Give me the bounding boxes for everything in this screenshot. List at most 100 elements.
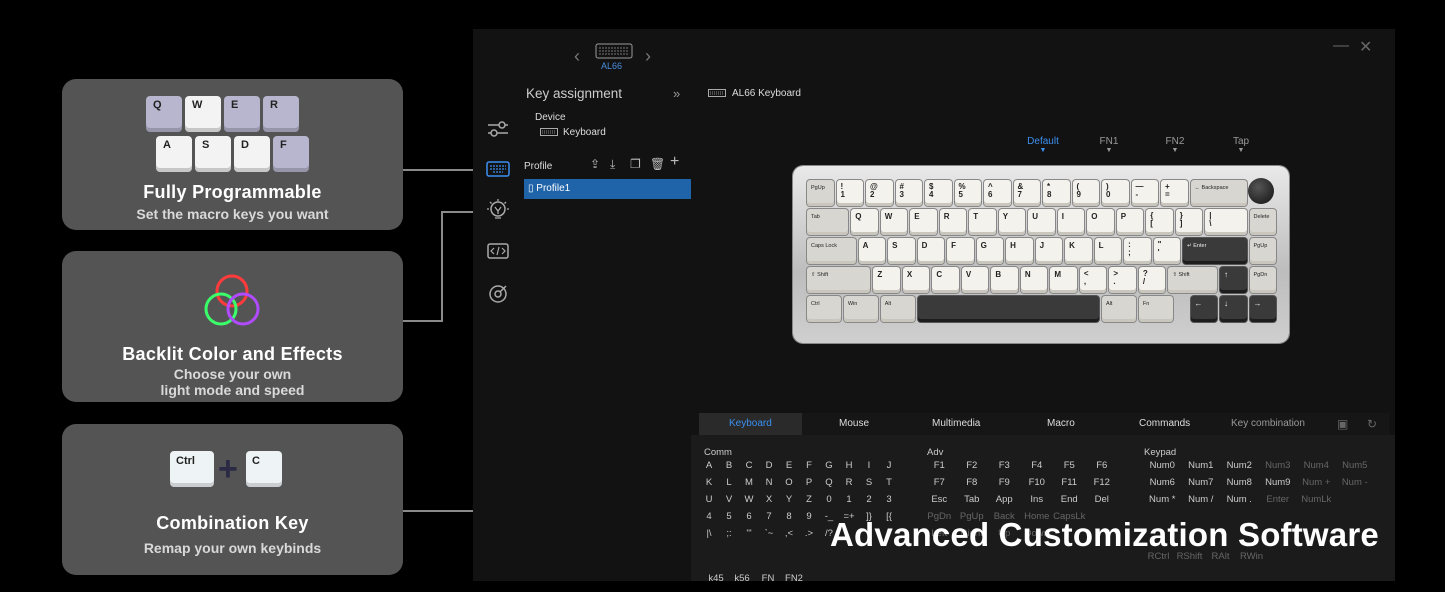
assignable-key[interactable]: Num5 <box>1336 460 1375 471</box>
assignable-key[interactable]: App <box>988 494 1021 505</box>
keyboard-key[interactable]: Z <box>873 267 900 293</box>
keyboard-key[interactable]: Alt <box>880 296 915 322</box>
tab-multimedia[interactable]: Multimedia <box>932 418 980 429</box>
keyboard-key[interactable]: P <box>1116 209 1144 235</box>
keyboard-key[interactable]: A <box>858 238 886 264</box>
assignable-key[interactable]: Y <box>779 494 799 505</box>
keyboard-key[interactable]: E <box>910 209 937 235</box>
keyboard-key[interactable]: ↓ <box>1220 296 1247 322</box>
keyboard-key[interactable]: I <box>1057 209 1085 235</box>
keyboard-key[interactable]: — - <box>1131 180 1158 206</box>
assignable-key[interactable]: 5 <box>719 511 739 522</box>
keyboard-key[interactable]: L <box>1094 238 1122 264</box>
keyboard-key[interactable]: R <box>939 209 967 235</box>
assignable-key[interactable]: I <box>859 460 879 471</box>
keyboard-key[interactable]: J <box>1035 238 1063 264</box>
assignable-key[interactable]: A <box>699 460 719 471</box>
minimize-icon[interactable]: — <box>1333 37 1349 55</box>
keyboard-key[interactable]: ) 0 <box>1102 180 1129 206</box>
assignable-key[interactable]: 9 <box>799 511 819 522</box>
lightbulb-icon[interactable] <box>485 198 511 222</box>
assignable-key[interactable]: B <box>719 460 739 471</box>
tab-key-combination[interactable]: Key combination <box>1231 418 1305 429</box>
keyboard-key[interactable]: $ 4 <box>925 180 952 206</box>
keyboard-key[interactable]: O <box>1087 209 1114 235</box>
keyboard-key[interactable]: ^ 6 <box>984 180 1011 206</box>
keyboard-key[interactable]: Q <box>851 209 878 235</box>
keyboard-key[interactable]: N <box>1020 267 1048 293</box>
assignable-key[interactable]: Z <box>799 494 819 505</box>
assignable-key[interactable]: `~ <box>759 528 779 539</box>
layer-tab-fn1[interactable]: FN1 ▼ <box>1089 136 1129 155</box>
assignable-key[interactable]: V <box>719 494 739 505</box>
keyboard-key[interactable]: Tab <box>807 209 849 235</box>
keyboard-key[interactable]: Ctrl <box>807 296 841 322</box>
import-profile-icon[interactable]: ⤓ <box>610 157 615 172</box>
keyboard-key[interactable]: V <box>961 267 989 293</box>
assignable-key[interactable]: D <box>759 460 779 471</box>
macro-code-icon[interactable] <box>485 239 511 263</box>
layer-tab-fn2[interactable]: FN2 ▼ <box>1155 136 1195 155</box>
assignable-key[interactable]: 8 <box>779 511 799 522</box>
performance-icon[interactable] <box>485 281 511 305</box>
assignable-key[interactable]: .> <box>799 528 819 539</box>
assignable-key[interactable]: Ins <box>1021 494 1054 505</box>
keyboard-key[interactable]: → <box>1249 296 1276 322</box>
assignable-key[interactable]: Num9 <box>1259 477 1298 488</box>
collapse-panel-icon[interactable]: » <box>673 86 680 101</box>
keyboard-key[interactable]: H <box>1006 238 1033 264</box>
keyboard-key[interactable]: F <box>947 238 974 264</box>
assignable-key[interactable]: J <box>879 460 899 471</box>
assignable-key[interactable]: Num2 <box>1220 460 1259 471</box>
keyboard-key[interactable]: W <box>880 209 908 235</box>
keyboard-key[interactable]: | \ <box>1205 209 1247 235</box>
keyboard-key[interactable]: PgUp <box>807 180 834 206</box>
keyboard-key[interactable]: PgUp <box>1249 238 1276 264</box>
keyboard-key[interactable]: Delete <box>1249 209 1276 235</box>
keyboard-key[interactable]: K <box>1065 238 1092 264</box>
assignable-key[interactable]: N <box>759 477 779 488</box>
assignable-key[interactable]: F4 <box>1021 460 1054 471</box>
assignable-key[interactable]: k56 <box>729 573 755 584</box>
assignable-key[interactable]: F1 <box>923 460 956 471</box>
assignable-key[interactable]: 6 <box>739 511 759 522</box>
keyboard-key[interactable]: ← <box>1190 296 1217 322</box>
assignable-key[interactable]: FN <box>755 573 781 584</box>
assignable-key[interactable]: H <box>839 460 859 471</box>
assignable-key[interactable]: F2 <box>956 460 989 471</box>
assignable-key[interactable]: Num7 <box>1182 477 1221 488</box>
keyboard-key[interactable]: X <box>902 267 930 293</box>
keyboard-icon[interactable] <box>485 157 511 181</box>
keyboard-key[interactable]: G <box>976 238 1004 264</box>
tab-macro[interactable]: Macro <box>1047 418 1075 429</box>
assignable-key[interactable]: F9 <box>988 477 1021 488</box>
assignable-key[interactable]: NumLk <box>1297 494 1336 505</box>
close-icon[interactable]: ✕ <box>1359 37 1372 57</box>
keyboard-key[interactable]: Alt <box>1102 296 1136 322</box>
keyboard-key[interactable]: ↑ <box>1220 267 1247 293</box>
assignable-key[interactable]: |\ <box>699 528 719 539</box>
assignable-key[interactable]: Num . <box>1220 494 1259 505</box>
assignable-key[interactable]: M <box>739 477 759 488</box>
sliders-icon[interactable] <box>485 117 511 141</box>
volume-knob[interactable] <box>1248 178 1274 204</box>
keyboard-key[interactable]: + = <box>1161 180 1188 206</box>
assignable-key[interactable]: 7 <box>759 511 779 522</box>
keyboard-key[interactable]: Win <box>843 296 878 322</box>
keyboard-key[interactable]: Y <box>998 209 1026 235</box>
keyboard-key[interactable]: " ' <box>1153 238 1181 264</box>
keyboard-key[interactable]: ← Backspace <box>1190 180 1247 206</box>
assignable-key[interactable]: P <box>799 477 819 488</box>
keyboard-key[interactable]: : ; <box>1124 238 1151 264</box>
keyboard-key[interactable]: # 3 <box>895 180 922 206</box>
save-icon[interactable]: ▣ <box>1337 417 1348 431</box>
layer-tab-tap[interactable]: Tap ▼ <box>1221 136 1261 155</box>
layer-tab-default[interactable]: Default ▼ <box>1023 136 1063 155</box>
assignable-key[interactable]: F3 <box>988 460 1021 471</box>
assignable-key[interactable]: ;: <box>719 528 739 539</box>
assignable-key[interactable]: F10 <box>1021 477 1054 488</box>
assignable-key[interactable]: 4 <box>699 511 719 522</box>
keyboard-key[interactable]: ⇧ Shift <box>1168 267 1217 293</box>
assignable-key[interactable]: Del <box>1086 494 1119 505</box>
assignable-key[interactable]: Num / <box>1182 494 1221 505</box>
